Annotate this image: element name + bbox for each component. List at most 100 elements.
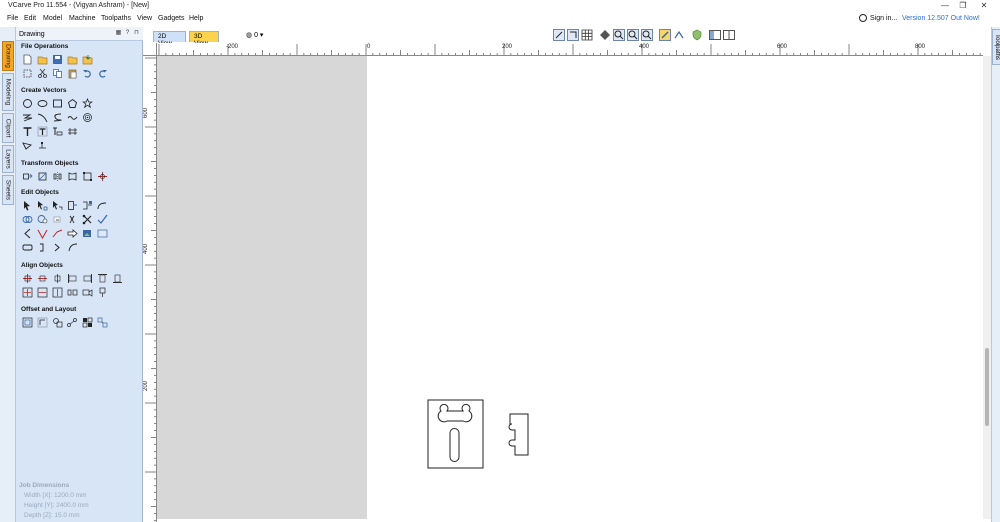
polygon-tool-icon[interactable]	[67, 98, 78, 109]
star-tool-icon[interactable]	[82, 98, 93, 109]
polyline-tool-icon[interactable]	[22, 112, 33, 123]
drawing-canvas[interactable]	[157, 56, 983, 519]
save-icon[interactable]	[52, 54, 63, 65]
tab-toolpaths[interactable]: Toolpaths	[992, 29, 1000, 65]
text-on-curve-icon[interactable]	[37, 126, 48, 137]
menu-help[interactable]: Help	[189, 15, 203, 22]
zoom-box-icon[interactable]	[641, 29, 653, 41]
align-right-icon[interactable]	[82, 273, 93, 284]
mirror-tool-icon[interactable]	[52, 171, 63, 182]
distribute-v-icon[interactable]	[52, 287, 63, 298]
copy-along-icon[interactable]	[97, 287, 108, 298]
circular-array-icon[interactable]	[97, 317, 108, 328]
selection-mode-icon[interactable]	[659, 29, 671, 41]
panel-pin-button[interactable]: ⊓	[133, 30, 140, 37]
smooth-curve-icon[interactable]	[52, 228, 63, 239]
scrollbar-thumb[interactable]	[985, 348, 989, 426]
minimize-button[interactable]: —	[940, 1, 950, 11]
circle-tool-icon[interactable]	[22, 98, 33, 109]
rounded-rect-icon[interactable]	[22, 242, 33, 253]
open-file-icon[interactable]	[37, 54, 48, 65]
cut-icon[interactable]	[37, 68, 48, 79]
distribute-h-icon[interactable]	[37, 287, 48, 298]
text-tool-icon[interactable]	[22, 126, 33, 137]
align-h-center-icon[interactable]	[37, 273, 48, 284]
align-v-center-icon[interactable]	[52, 273, 63, 284]
array-copy-icon[interactable]	[67, 317, 78, 328]
menu-edit[interactable]: Edit	[24, 15, 36, 22]
auto-layout-text-icon[interactable]	[52, 126, 63, 137]
dimension-tool-icon[interactable]	[67, 126, 78, 137]
tab-drawing[interactable]: Drawing	[2, 41, 14, 71]
align-top-icon[interactable]	[97, 273, 108, 284]
bracket-icon[interactable]	[37, 242, 48, 253]
rectangle-vector[interactable]	[427, 399, 484, 469]
tab-sheets[interactable]: Sheets	[2, 175, 14, 205]
shield-icon[interactable]	[691, 29, 703, 41]
offset-vectors-icon[interactable]	[22, 317, 33, 328]
ellipse-tool-icon[interactable]	[37, 98, 48, 109]
zoom-in-icon[interactable]	[613, 29, 625, 41]
scissors-icon[interactable]	[82, 214, 93, 225]
grid-icon[interactable]	[581, 29, 593, 41]
redo-icon[interactable]	[97, 68, 108, 79]
menu-toolpaths[interactable]: Toolpaths	[101, 15, 131, 22]
bitmap-icon[interactable]	[97, 228, 108, 239]
panel-help-button[interactable]: ?	[124, 30, 131, 37]
node-edit-tool-icon[interactable]	[37, 200, 48, 211]
tab-2d-view[interactable]: 2D View	[153, 31, 186, 47]
maximize-button[interactable]: ❐	[958, 1, 968, 11]
bone-shape-vertical[interactable]	[449, 428, 460, 462]
curve-fit-icon[interactable]	[67, 242, 78, 253]
menu-gadgets[interactable]: Gadgets	[158, 15, 184, 22]
angle-left-icon[interactable]	[22, 228, 33, 239]
copy-icon[interactable]	[52, 68, 63, 79]
measure-icon[interactable]	[553, 29, 565, 41]
interactive-trim-icon[interactable]	[67, 200, 78, 211]
node-edit-icon[interactable]	[673, 29, 685, 41]
curve-tool-icon[interactable]	[52, 112, 63, 123]
grid-array-icon[interactable]	[82, 317, 93, 328]
move-tool-icon[interactable]	[22, 171, 33, 182]
vertical-scrollbar[interactable]	[983, 56, 991, 519]
align-center-icon[interactable]	[22, 273, 33, 284]
align-spacing-icon[interactable]	[67, 287, 78, 298]
tab-3d-view[interactable]: 3D View	[189, 31, 219, 47]
snap-grid-icon[interactable]	[567, 29, 579, 41]
tab-modeling[interactable]: Modeling	[2, 73, 14, 111]
chevron-right-icon[interactable]	[52, 242, 63, 253]
join-vector-icon[interactable]	[37, 228, 48, 239]
layout-split-icon[interactable]	[723, 29, 735, 41]
subtract-tool-icon[interactable]	[37, 214, 48, 225]
cut-check-icon[interactable]	[97, 214, 108, 225]
tab-layers[interactable]: Layers	[2, 145, 14, 173]
panel-layout-button[interactable]: ▦	[115, 30, 122, 37]
size-match-icon[interactable]	[82, 287, 93, 298]
menu-file[interactable]: File	[7, 15, 18, 22]
puzzle-shape-vector[interactable]	[508, 413, 529, 456]
tab-clipart[interactable]: Clipart	[2, 113, 14, 143]
close-button[interactable]: ✕	[979, 1, 989, 11]
bone-shape-horizontal[interactable]	[437, 403, 473, 423]
arrow-right-icon[interactable]	[67, 228, 78, 239]
align-left-icon[interactable]	[67, 273, 78, 284]
transform-mode-icon[interactable]	[52, 200, 63, 211]
rectangle-tool-icon[interactable]	[52, 98, 63, 109]
arc-tool-icon[interactable]	[37, 112, 48, 123]
paste-icon[interactable]	[67, 68, 78, 79]
distort-tool-icon[interactable]	[67, 171, 78, 182]
offset-tool-icon[interactable]	[52, 214, 63, 225]
layer-dropdown[interactable]: ◍ 0 ▾	[246, 31, 263, 39]
menu-view[interactable]: View	[137, 15, 152, 22]
center-tool-icon[interactable]	[97, 171, 108, 182]
undo-icon[interactable]	[82, 68, 93, 79]
open-folder-icon[interactable]	[67, 54, 78, 65]
fillet-tool-icon[interactable]	[97, 200, 108, 211]
rotate-tool-icon[interactable]	[37, 171, 48, 182]
overlap-tool-icon[interactable]	[67, 214, 78, 225]
fillet-layout-icon[interactable]	[37, 317, 48, 328]
spiral-tool-icon[interactable]	[82, 112, 93, 123]
version-update-link[interactable]: Version 12.507 Out Now!	[902, 15, 980, 22]
nesting-icon[interactable]	[52, 317, 63, 328]
menu-machine[interactable]: Machine	[69, 15, 95, 22]
